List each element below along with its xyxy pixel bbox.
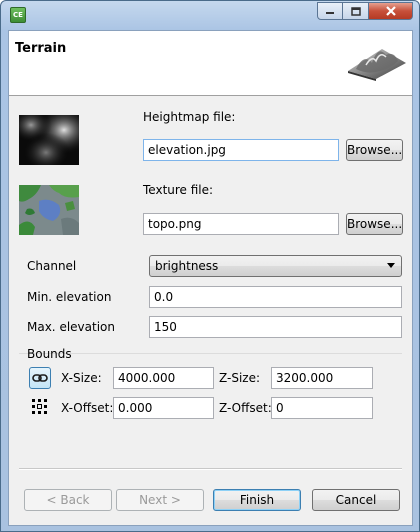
window-controls [317, 2, 413, 20]
page-title: Terrain [15, 41, 67, 56]
texture-browse-button[interactable]: Browse... [346, 213, 403, 235]
channel-label: Channel [27, 259, 77, 273]
minimize-button[interactable] [317, 2, 343, 20]
close-button[interactable] [369, 2, 413, 20]
footer-separator [19, 468, 402, 470]
maximize-icon [350, 6, 361, 16]
minimize-icon [326, 12, 334, 14]
heightmap-label: Heightmap file: [143, 110, 236, 124]
cancel-button[interactable]: Cancel [312, 489, 400, 511]
channel-selected-value: brightness [155, 259, 219, 273]
min-elevation-field[interactable]: 0.0 [149, 286, 402, 308]
channel-select[interactable]: brightness [149, 255, 402, 277]
link-toggle-button[interactable] [29, 367, 51, 389]
z-size-label: Z-Size: [219, 371, 261, 385]
max-elevation-field[interactable]: 150 [149, 316, 402, 338]
chevron-down-icon [387, 263, 395, 268]
x-size-field[interactable]: 4000.000 [113, 367, 214, 389]
heightmap-field[interactable]: elevation.jpg [143, 139, 339, 161]
x-offset-field[interactable]: 0.000 [113, 397, 214, 419]
min-elevation-label: Min. elevation [27, 290, 112, 304]
heightmap-browse-button[interactable]: Browse... [346, 139, 403, 161]
finish-button[interactable]: Finish [213, 489, 301, 511]
texture-field[interactable]: topo.png [143, 213, 339, 235]
bounds-title: Bounds [27, 347, 72, 361]
wizard-header: Terrain [9, 31, 412, 96]
maximize-button[interactable] [343, 2, 369, 20]
heightmap-preview [19, 115, 79, 165]
next-button[interactable]: Next > [116, 489, 204, 511]
z-offset-field[interactable]: 0 [271, 397, 373, 419]
max-elevation-label: Max. elevation [27, 320, 115, 334]
z-size-field[interactable]: 3200.000 [271, 367, 373, 389]
grid-icon[interactable] [31, 398, 49, 416]
link-icon [32, 374, 48, 382]
texture-label: Texture file: [143, 183, 214, 197]
dialog-content: Terrain Heightmap file: elevation.jpg Br… [8, 30, 413, 526]
wizard-window: CE Terrain Heightmap file: elevation.jpg… [0, 0, 420, 532]
x-offset-label: X-Offset: [61, 401, 114, 415]
close-icon [385, 6, 396, 16]
x-size-label: X-Size: [61, 371, 102, 385]
z-offset-label: Z-Offset: [219, 401, 272, 415]
back-button[interactable]: < Back [24, 489, 112, 511]
title-bar[interactable]: CE [1, 1, 419, 29]
texture-preview [19, 185, 79, 235]
terrain-3d-icon [348, 49, 406, 81]
app-icon: CE [10, 7, 26, 23]
